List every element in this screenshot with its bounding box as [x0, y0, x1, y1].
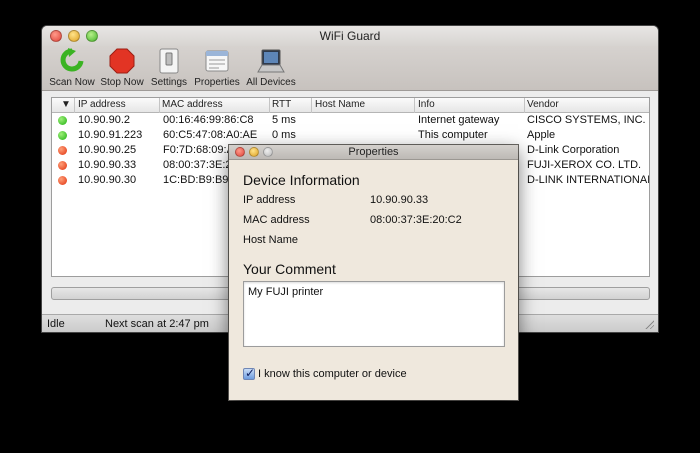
host-name-label: Host Name	[243, 234, 299, 246]
cell-mac: 60:C5:47:08:A0:AE	[163, 129, 258, 141]
cell-vendor: D-Link Corporation	[527, 144, 620, 156]
scan-now-label: Scan Now	[49, 77, 95, 88]
stop-now-button[interactable]: Stop Now	[99, 47, 145, 88]
properties-window-icon	[205, 50, 229, 72]
your-comment-heading: Your Comment	[243, 261, 336, 277]
cell-mac: F0:7D:68:09:A	[163, 144, 234, 156]
table-row[interactable]: 10.90.91.223 60:C5:47:08:A0:AE 0 ms This…	[52, 128, 649, 143]
online-status-icon	[58, 131, 67, 140]
settings-label: Settings	[150, 77, 188, 88]
ip-address-value: 10.90.90.33	[370, 194, 429, 206]
table-row[interactable]: 10.90.90.2 00:16:46:99:86:C8 5 ms Intern…	[52, 113, 649, 128]
cell-info: Internet gateway	[418, 114, 500, 126]
switch-icon	[159, 48, 179, 74]
next-scan-time: Next scan at 2:47 pm	[105, 318, 209, 330]
laptop-icon	[257, 49, 285, 73]
cell-vendor: Apple	[527, 129, 556, 141]
comment-textarea[interactable]: My FUJI printer	[243, 281, 505, 347]
mac-address-label: MAC address	[243, 214, 310, 226]
mac-address-value: 08:00:37:3E:20:C2	[370, 214, 462, 226]
column-host-name[interactable]: Host Name	[315, 99, 365, 110]
known-device-checkbox[interactable]	[243, 366, 255, 380]
settings-button[interactable]: Settings	[148, 47, 190, 88]
refresh-icon	[60, 48, 84, 72]
sort-indicator[interactable]: ▼	[61, 99, 71, 110]
properties-label: Properties	[194, 77, 240, 88]
status-state: Idle	[47, 318, 65, 330]
cell-mac: 08:00:37:3E:2	[163, 159, 232, 171]
column-ip-address[interactable]: IP address	[78, 99, 126, 110]
toolbar: Scan Now Stop Now Settings Properties Al…	[42, 46, 658, 91]
column-mac-address[interactable]: MAC address	[162, 99, 223, 110]
offline-status-icon	[58, 146, 67, 155]
column-vendor[interactable]: Vendor	[527, 99, 559, 110]
stop-now-label: Stop Now	[100, 77, 144, 88]
known-device-checkbox-row[interactable]: I know this computer or device	[243, 366, 407, 380]
known-device-label: I know this computer or device	[258, 368, 407, 380]
cell-rtt: 5 ms	[272, 114, 296, 126]
stop-icon	[109, 48, 135, 74]
offline-status-icon	[58, 176, 67, 185]
window-title: WiFi Guard	[319, 29, 381, 43]
scan-now-button[interactable]: Scan Now	[49, 47, 95, 88]
online-status-icon	[58, 116, 67, 125]
resize-grip-icon[interactable]	[644, 319, 654, 329]
cell-ip: 10.90.90.25	[78, 144, 137, 156]
cell-mac: 1C:BD:B9:B9:5	[163, 174, 238, 186]
column-rtt[interactable]: RTT	[272, 99, 291, 110]
cell-vendor: FUJI-XEROX CO. LTD.	[527, 159, 642, 171]
cell-ip: 10.90.90.30	[78, 174, 137, 186]
dialog-title: Properties	[348, 146, 399, 158]
dialog-title-bar[interactable]: Properties	[229, 145, 518, 160]
offline-status-icon	[58, 161, 67, 170]
properties-button[interactable]: Properties	[193, 47, 241, 88]
cell-ip: 10.90.90.33	[78, 159, 137, 171]
table-header: ▼ IP address MAC address RTT Host Name I…	[52, 98, 649, 113]
device-information-heading: Device Information	[243, 172, 360, 188]
cell-vendor: D-LINK INTERNATIONAL	[527, 174, 650, 186]
ip-address-label: IP address	[243, 194, 296, 206]
cell-ip: 10.90.91.223	[78, 129, 143, 141]
cell-mac: 00:16:46:99:86:C8	[163, 114, 254, 126]
all-devices-label: All Devices	[246, 77, 296, 88]
cell-info: This computer	[418, 129, 488, 141]
cell-ip: 10.90.90.2	[78, 114, 130, 126]
properties-dialog: Properties Device Information IP address…	[229, 145, 518, 400]
all-devices-button[interactable]: All Devices	[246, 47, 296, 88]
cell-rtt: 0 ms	[272, 129, 296, 141]
title-bar[interactable]: WiFi Guard	[42, 26, 658, 46]
cell-vendor: CISCO SYSTEMS, INC.	[527, 114, 646, 126]
column-info[interactable]: Info	[418, 99, 435, 110]
